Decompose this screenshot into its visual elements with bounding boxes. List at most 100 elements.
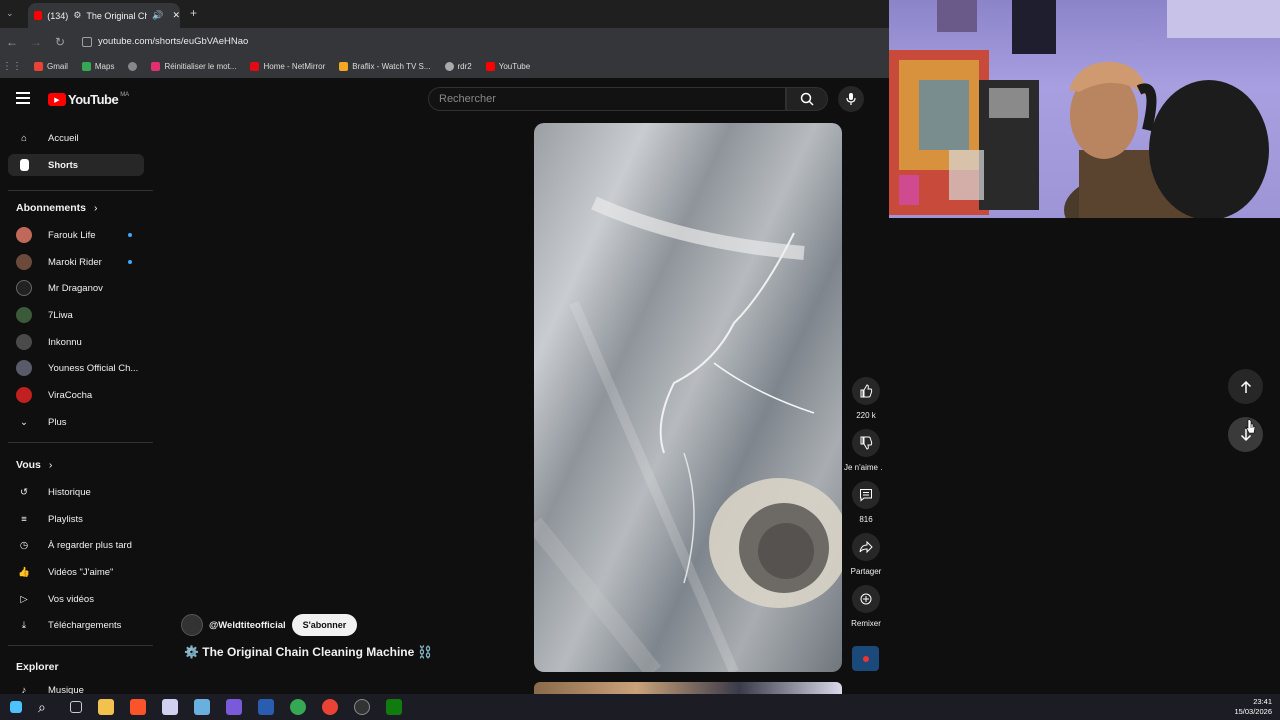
search-input[interactable]: Rechercher: [428, 87, 786, 111]
file-explorer-icon[interactable]: [98, 699, 114, 715]
youtube-favicon-icon: [34, 11, 43, 20]
streamer-camera-feed: [889, 0, 1280, 218]
back-icon[interactable]: ←: [0, 35, 24, 49]
app-icon[interactable]: [194, 699, 210, 715]
bookmarks-bar: ⋮⋮ Gmail Maps Réinitialiser le mot... Ho…: [0, 55, 890, 78]
share-label: Partager: [850, 567, 882, 576]
obs-icon[interactable]: [354, 699, 370, 715]
sidebar-item-your-videos[interactable]: ▷ Vos vidéos: [8, 588, 144, 610]
forward-icon[interactable]: →: [24, 35, 48, 49]
your-videos-icon: ▷: [20, 593, 28, 605]
microphone-icon: [846, 93, 856, 105]
sidebar-item-watch-later[interactable]: ◷ À regarder plus tard: [8, 534, 144, 556]
sidebar-item-historique[interactable]: ↺ Historique: [8, 481, 144, 503]
apps-icon[interactable]: ⋮⋮: [0, 61, 24, 72]
menu-icon[interactable]: [16, 92, 30, 104]
country-code: MA: [120, 91, 130, 98]
sound-thumbnail[interactable]: [852, 646, 879, 671]
search-button[interactable]: [786, 87, 828, 111]
tab-active[interactable]: (134) ⚙ The Original Chai 🔊 ✕: [28, 3, 180, 28]
speaker-icon[interactable]: 🔊: [152, 10, 163, 21]
avatar: [16, 360, 32, 376]
short-video-player[interactable]: [534, 123, 842, 672]
sidebar-item-maroki-rider[interactable]: Maroki Rider: [8, 251, 144, 273]
weldtite-logo-icon: [862, 655, 869, 662]
like-action[interactable]: 220 k: [850, 377, 882, 420]
bookmark-braflix[interactable]: Braflix - Watch TV S...: [339, 62, 431, 71]
tab-count: (134): [47, 10, 69, 21]
sidebar-item-liked-videos[interactable]: 👍 Vidéos "J'aime": [8, 561, 144, 583]
task-view-icon[interactable]: [70, 701, 82, 713]
watch-later-icon: ◷: [19, 539, 29, 551]
app-icon[interactable]: [258, 699, 274, 715]
xbox-icon[interactable]: [386, 699, 402, 715]
store-icon[interactable]: [162, 699, 178, 715]
bookmark-globe[interactable]: [128, 62, 138, 71]
sidebar-item-viracocha[interactable]: ViraCocha: [8, 384, 144, 406]
thumbs-down-icon: [852, 429, 880, 457]
thumbs-up-icon: [852, 377, 880, 405]
youtube-logo[interactable]: ▶ YouTube MA: [48, 92, 129, 107]
bookmark-maps[interactable]: Maps: [81, 62, 114, 71]
tab-search-icon[interactable]: ⌄: [6, 8, 14, 19]
site-info-icon[interactable]: [82, 36, 92, 47]
chrome-icon[interactable]: [322, 699, 338, 715]
channel-avatar[interactable]: [181, 614, 203, 636]
sidebar-item-accueil[interactable]: ⌂ Accueil: [8, 127, 144, 149]
logo-text: YouTube: [68, 92, 119, 107]
comments-action[interactable]: 816: [850, 481, 882, 524]
new-tab-icon[interactable]: +: [190, 6, 197, 20]
short-title: ⚙️ The Original Chain Cleaning Machine ⛓…: [184, 645, 433, 659]
date: 15/03/2026: [1234, 707, 1272, 716]
like-icon: 👍: [18, 566, 30, 578]
avatar: [16, 387, 32, 403]
sidebar-item-youness[interactable]: Youness Official Ch...: [8, 357, 144, 379]
sidebar-item-downloads[interactable]: ⤓ Téléchargements: [8, 614, 144, 636]
globe-icon: [128, 62, 138, 71]
brave-icon[interactable]: [130, 699, 146, 715]
mouse-cursor-icon: [1245, 419, 1256, 434]
channel-name[interactable]: @Weldtiteofficial: [209, 620, 286, 631]
comment-icon: [852, 481, 880, 509]
instagram-icon: [151, 62, 161, 71]
tab-close-icon[interactable]: ✕: [172, 10, 180, 21]
previous-short-button[interactable]: [1228, 369, 1263, 404]
avatar: [16, 254, 32, 270]
subscribe-button[interactable]: S'abonner: [291, 614, 358, 636]
voice-search-button[interactable]: [838, 86, 864, 112]
sidebar-item-inkonnu[interactable]: Inkonnu: [8, 331, 144, 353]
subscriptions-heading[interactable]: Abonnements ›: [16, 202, 98, 214]
chrome-icon[interactable]: [290, 699, 306, 715]
download-icon: ⤓: [21, 619, 27, 631]
share-action[interactable]: Partager: [850, 533, 882, 576]
you-heading[interactable]: Vous ›: [16, 459, 52, 471]
reload-icon[interactable]: ↻: [48, 35, 72, 49]
windows-start-icon[interactable]: [10, 701, 22, 713]
video-frame: [534, 196, 842, 672]
next-short-preview[interactable]: [534, 682, 842, 694]
url-field[interactable]: youtube.com/shorts/euGbVAeHNao: [98, 36, 248, 47]
address-bar-row: ← → ↻ youtube.com/shorts/euGbVAeHNao: [0, 28, 890, 55]
shorts-icon: [16, 157, 32, 173]
clock[interactable]: 23:41 15/03/2026: [1234, 697, 1272, 717]
search-icon[interactable]: ⌕: [38, 699, 54, 715]
sidebar-item-plus[interactable]: ⌄ Plus: [8, 411, 144, 433]
sidebar-item-mr-draganov[interactable]: Mr Draganov: [8, 277, 144, 299]
discord-icon[interactable]: [226, 699, 242, 715]
sidebar-item-shorts[interactable]: Shorts: [8, 154, 144, 176]
sidebar-item-7liwa[interactable]: 7Liwa: [8, 304, 144, 326]
remix-action[interactable]: Remixer: [850, 585, 882, 628]
bookmark-instagram[interactable]: Réinitialiser le mot...: [151, 62, 236, 71]
chevron-right-icon: ›: [94, 202, 98, 214]
home-icon: ⌂: [21, 132, 27, 144]
bookmark-netmirror[interactable]: Home - NetMirror: [250, 62, 325, 71]
sidebar-item-playlists[interactable]: ≡ Playlists: [8, 508, 144, 530]
bookmark-youtube[interactable]: YouTube: [485, 62, 530, 71]
bookmark-gmail[interactable]: Gmail: [34, 62, 68, 71]
netmirror-icon: [250, 62, 260, 71]
divider: [8, 442, 153, 443]
dislike-action[interactable]: Je n'aime .: [844, 429, 882, 472]
sidebar-item-farouk-life[interactable]: Farouk Life: [8, 224, 144, 246]
bookmark-rdr2[interactable]: rdr2: [444, 62, 472, 71]
channel-row: @Weldtiteofficial S'abonner: [181, 614, 358, 636]
